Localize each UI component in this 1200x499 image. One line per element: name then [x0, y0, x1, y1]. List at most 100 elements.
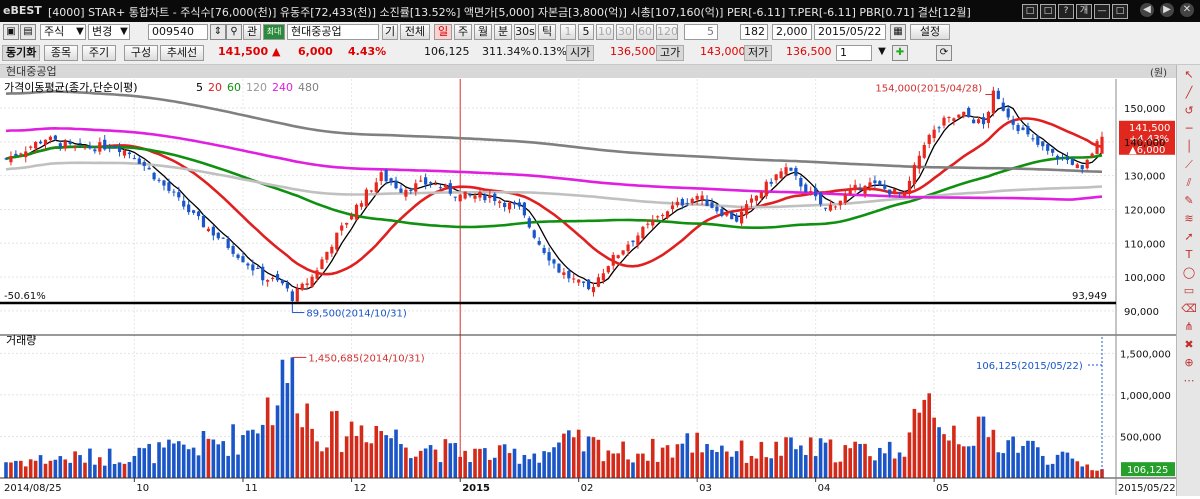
number-30[interactable]: 30: [616, 24, 634, 40]
volume-bar-35: [176, 441, 181, 478]
arrow-tool-icon[interactable]: ➚: [1181, 229, 1197, 245]
stock-name-field[interactable]: 현대중공업: [287, 24, 379, 40]
candle-body-172: [853, 184, 857, 190]
refresh-icon[interactable]: ⟳: [936, 45, 952, 61]
magnet-icon[interactable]: ⋔: [1181, 319, 1197, 335]
volume-bar-69: [344, 436, 349, 478]
zoom-icon[interactable]: ⊕: [1181, 355, 1197, 371]
settings-button[interactable]: 설정: [910, 24, 950, 40]
candle-body-104: [517, 202, 522, 207]
layout-button[interactable]: 구성: [124, 45, 158, 61]
layout-icon[interactable]: ▣: [3, 24, 19, 40]
chevron-down-icon[interactable]: ▼: [72, 25, 88, 39]
delete-icon[interactable]: ✖: [1181, 337, 1197, 353]
window-button-2[interactable]: □: [1040, 4, 1056, 19]
volume-bar-143: [710, 449, 714, 478]
stock-code-input[interactable]: 009540: [148, 24, 208, 40]
volume-bar-58: [290, 357, 295, 478]
vertical-line-icon[interactable]: │: [1181, 139, 1197, 155]
eraser-icon[interactable]: ⌫: [1181, 301, 1197, 317]
candle-body-120: [596, 277, 601, 287]
unit-label: (원): [1150, 67, 1167, 79]
channel-tool-icon[interactable]: ⫽: [1181, 175, 1197, 191]
period-day[interactable]: 일: [434, 24, 452, 40]
candle-body-143: [710, 202, 714, 208]
window-button-1[interactable]: □: [1022, 4, 1038, 19]
window-button-open[interactable]: 개: [1076, 4, 1092, 19]
count-input[interactable]: 182: [740, 24, 768, 40]
volume-bar-14: [73, 451, 77, 478]
volume-bar-189: [937, 427, 941, 478]
pencil-icon[interactable]: ✎: [1181, 193, 1197, 209]
volume-bar-115: [571, 437, 576, 478]
trendline-button[interactable]: 추세선: [160, 45, 204, 61]
maximize-button[interactable]: □: [1112, 4, 1128, 19]
volume-bar-56: [280, 359, 285, 478]
candle-body-71: [354, 204, 359, 220]
fibonacci-icon[interactable]: ≋: [1181, 211, 1197, 227]
relation-button[interactable]: 관: [243, 24, 261, 40]
text-tool-icon[interactable]: T: [1181, 247, 1197, 263]
close-icon[interactable]: ✕: [1180, 3, 1194, 17]
number-120[interactable]: 120: [656, 24, 678, 40]
prev-icon[interactable]: ◀: [1140, 3, 1154, 17]
number-select[interactable]: 5: [684, 24, 718, 40]
more-icon[interactable]: ⋯: [1181, 373, 1197, 389]
candle-body-201: [996, 90, 1000, 99]
gi-button[interactable]: 기: [382, 24, 398, 40]
volume-bar-175: [868, 456, 872, 478]
candle-body-22: [113, 146, 117, 148]
volume-bar-67: [334, 410, 339, 478]
stock-button[interactable]: 종목: [44, 45, 78, 61]
all-button[interactable]: 전체: [400, 24, 430, 40]
volume-bar-32: [162, 447, 166, 478]
circle-tool-icon[interactable]: ◯: [1181, 265, 1197, 281]
volume-bar-93: [463, 450, 467, 478]
search-icon[interactable]: ⚲: [226, 24, 242, 40]
number-5[interactable]: 5: [578, 24, 594, 40]
period-month[interactable]: 월: [474, 24, 492, 40]
candle-body-61: [305, 283, 309, 286]
candle-body-180: [893, 188, 897, 193]
turnover-rate: 0.13%: [532, 45, 567, 58]
line-tool-icon[interactable]: ╱: [1181, 85, 1197, 101]
add-icon[interactable]: ✚: [892, 45, 908, 61]
undo-icon[interactable]: ↺: [1181, 103, 1197, 119]
series-select[interactable]: 1: [836, 45, 872, 61]
chevron-down-icon[interactable]: ▼: [116, 25, 132, 39]
period-30s[interactable]: 30s: [514, 24, 536, 40]
volume-bar-208: [1031, 440, 1035, 478]
cursor-icon[interactable]: ↖: [1181, 67, 1197, 83]
chevron-down-icon[interactable]: ▼: [874, 45, 890, 61]
volume-bar-114: [567, 430, 571, 478]
screen-icon[interactable]: ▤: [20, 24, 36, 40]
volume-bar-27: [137, 447, 142, 478]
number-1[interactable]: 1: [560, 24, 576, 40]
minimize-button[interactable]: —: [1094, 4, 1110, 19]
price-volume-chart[interactable]: 현대중공업 (원) 154,000(2015/04/28) 89,500(2014…: [0, 65, 1176, 496]
volume-bar-215: [1065, 452, 1070, 478]
zoom-input[interactable]: 2,000: [772, 24, 812, 40]
period-week[interactable]: 주: [454, 24, 472, 40]
volume-bar-33: [167, 439, 171, 478]
calendar-icon[interactable]: ▦: [890, 24, 906, 40]
number-10[interactable]: 10: [596, 24, 614, 40]
period-button[interactable]: 주기: [82, 45, 116, 61]
volume-bar-18: [93, 464, 97, 478]
trend-tool-icon[interactable]: ⟋: [1181, 157, 1197, 173]
period-minute[interactable]: 분: [494, 24, 512, 40]
next-icon[interactable]: ▶: [1160, 3, 1174, 17]
candle-body-6: [34, 142, 38, 149]
number-60[interactable]: 60: [636, 24, 654, 40]
spinner-icon[interactable]: ⇕: [210, 24, 226, 40]
candle-body-148: [735, 215, 739, 222]
candle-body-144: [715, 206, 719, 212]
date-input[interactable]: 2015/05/22: [814, 24, 886, 40]
volume-bar-179: [887, 441, 892, 478]
volume-bar-181: [897, 452, 902, 478]
horizontal-line-icon[interactable]: ─: [1181, 121, 1197, 137]
period-tick[interactable]: 틱: [538, 24, 556, 40]
rect-tool-icon[interactable]: ▭: [1181, 283, 1197, 299]
window-button-help[interactable]: ?: [1058, 4, 1074, 19]
candle-body-31: [157, 179, 161, 181]
